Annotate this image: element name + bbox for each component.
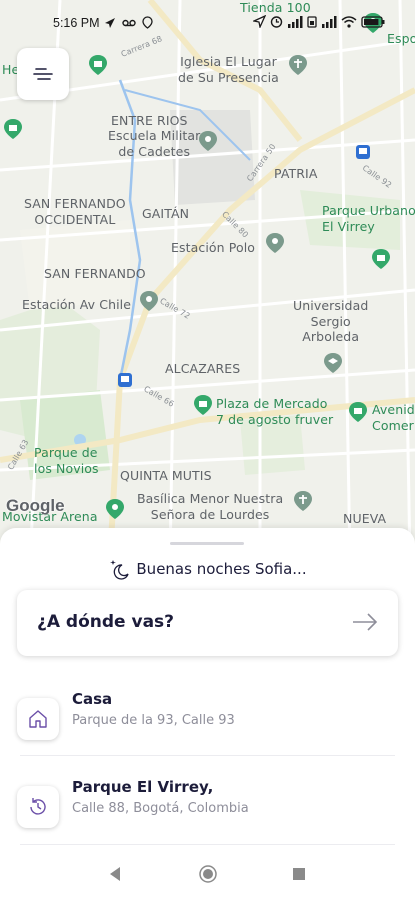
poi-label-estacion-polo: Estación Polo — [171, 240, 256, 255]
google-logo: Google — [6, 496, 65, 515]
poi-label-parque-virrey: Parque Urbano El Virrey — [322, 203, 415, 234]
voicemail-icon — [122, 19, 136, 26]
place-title: Parque El Virrey, — [72, 778, 214, 796]
home-nav-icon[interactable] — [199, 865, 217, 883]
station-chile-pin-icon[interactable] — [138, 290, 160, 312]
home-icon-badge — [17, 698, 59, 740]
location-arrow-icon — [105, 17, 115, 28]
navigation-icon — [253, 15, 266, 28]
arena-pin-icon[interactable] — [104, 498, 126, 520]
sim-icon — [307, 15, 317, 28]
signal2-icon — [322, 15, 337, 28]
poi-label-estacion-av-chile: Estación Av Chile — [22, 297, 132, 312]
hamburger-menu-icon — [33, 68, 53, 80]
shop-pin-3-icon[interactable] — [87, 54, 109, 76]
church-pin-icon[interactable] — [287, 54, 309, 76]
school-pin-icon[interactable] — [197, 130, 219, 152]
recents-icon[interactable] — [293, 868, 305, 880]
place-title: Casa — [72, 690, 113, 708]
area-label-entre-rios: ENTRE RIOS — [111, 113, 188, 128]
area-label-nueva: NUEVA — [343, 511, 387, 526]
bottom-sheet: Buenas noches Sofia... ¿A dónde vas? Cas… — [0, 528, 415, 900]
place-address: Parque de la 93, Calle 93 — [72, 713, 235, 728]
moon-stars-icon — [110, 560, 130, 580]
status-bar: 5:16 PM — [0, 12, 415, 34]
poi-label-plaza-mercado: Plaza de Mercado 7 de agosto fruver — [216, 396, 334, 427]
destination-prompt: ¿A dónde vas? — [37, 612, 175, 632]
status-time: 5:16 PM — [53, 16, 100, 30]
battery-icon — [361, 15, 385, 28]
poi-label-escuela-militar: Escuela Militar de Cadetes — [108, 128, 201, 159]
poi-label-iglesia: Iglesia El Lugar de Su Presencia — [178, 54, 279, 85]
poi-label-basilica: Basílica Menor Nuestra Señora de Lourdes — [137, 491, 284, 522]
home-icon — [29, 710, 47, 728]
commerce-pin-icon[interactable] — [347, 401, 369, 423]
area-label-patria: PATRIA — [274, 166, 318, 181]
basilica-pin-icon[interactable] — [292, 490, 314, 512]
divider — [20, 844, 395, 845]
history-icon-badge — [17, 786, 59, 828]
market-pin-icon[interactable] — [192, 394, 214, 416]
shop-pin-icon[interactable] — [370, 248, 392, 270]
arrow-right-icon — [353, 613, 378, 631]
shop-pin-2-icon[interactable] — [2, 118, 24, 140]
area-label-gaitan: GAITÁN — [142, 206, 190, 221]
poi-label-universidad-sergio-arboleda: Universidad Sergio Arboleda — [293, 298, 369, 345]
wifi-icon — [341, 15, 357, 28]
signal-icon — [288, 15, 303, 28]
transit-station-icon[interactable] — [355, 144, 371, 160]
greeting: Buenas noches Sofia... — [0, 558, 415, 580]
sheet-drag-handle[interactable] — [170, 542, 244, 545]
alarm-icon — [270, 16, 283, 28]
history-icon — [30, 798, 46, 815]
area-label-quinta-mutis: QUINTA MUTIS — [120, 468, 212, 483]
saved-place-home[interactable]: Casa Parque de la 93, Calle 93 — [17, 690, 398, 760]
destination-search-card[interactable]: ¿A dónde vas? — [17, 590, 398, 656]
android-nav-bar — [0, 862, 415, 900]
back-icon[interactable] — [108, 866, 122, 882]
greeting-text: Buenas noches Sofia... — [136, 560, 307, 578]
area-label-san-fernando: SAN FERNANDO — [44, 266, 146, 281]
divider — [20, 755, 395, 756]
place-address: Calle 88, Bogotá, Colombia — [72, 801, 249, 816]
area-label-alcazares: ALCAZARES — [165, 361, 241, 376]
maps-icon — [142, 16, 153, 29]
menu-button[interactable] — [17, 48, 69, 100]
transit-station-2-icon[interactable] — [117, 372, 133, 388]
recent-place[interactable]: Parque El Virrey, Calle 88, Bogotá, Colo… — [17, 778, 398, 848]
poi-label-parque-novios: Parque de los Novios — [34, 445, 99, 476]
station-polo-pin-icon[interactable] — [264, 232, 286, 254]
area-label-san-fernando-occidental: SAN FERNANDO OCCIDENTAL — [24, 196, 126, 227]
university-pin-icon[interactable] — [322, 352, 344, 374]
poi-label-avenida-comercial: Avenid Comer — [372, 402, 415, 433]
